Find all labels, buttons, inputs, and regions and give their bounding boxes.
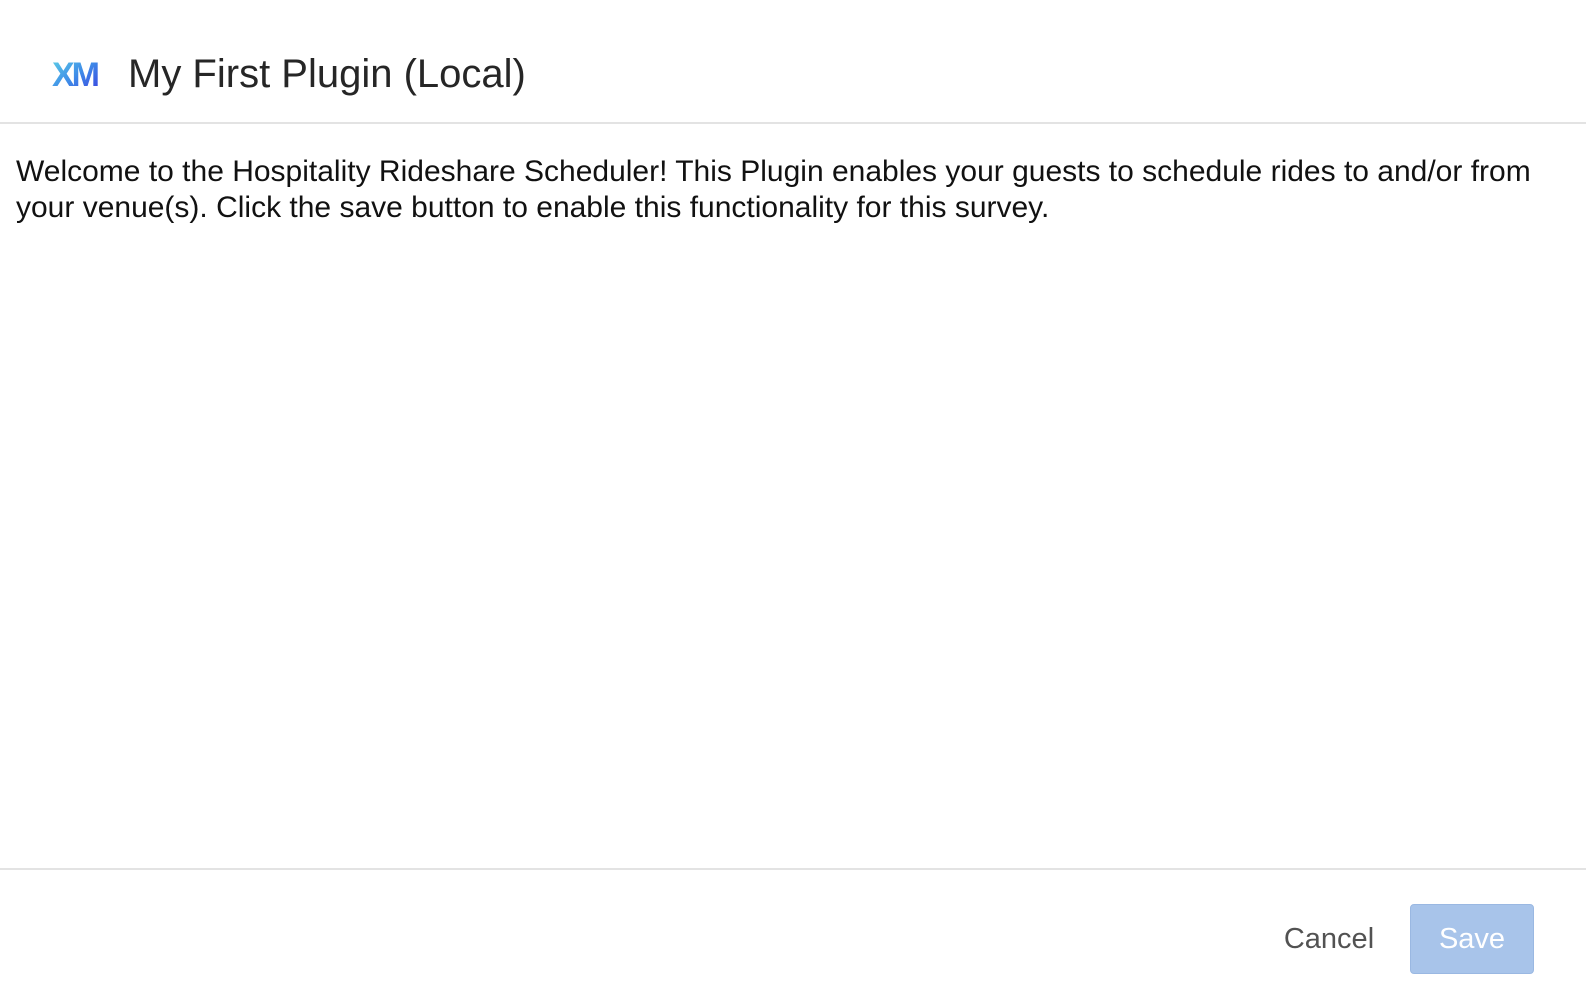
xm-logo-icon: XM <box>52 56 102 92</box>
xm-logo-text: XM <box>52 56 99 92</box>
save-button[interactable]: Save <box>1410 904 1534 974</box>
dialog-header: XM My First Plugin (Local) <box>0 0 1586 124</box>
dialog-footer: Cancel Save <box>0 868 1586 1008</box>
dialog-title: My First Plugin (Local) <box>128 52 526 96</box>
plugin-description: Welcome to the Hospitality Rideshare Sch… <box>16 155 1531 224</box>
cancel-button[interactable]: Cancel <box>1278 904 1380 974</box>
plugin-dialog: XM My First Plugin (Local) Welcome to th… <box>0 0 1586 1008</box>
